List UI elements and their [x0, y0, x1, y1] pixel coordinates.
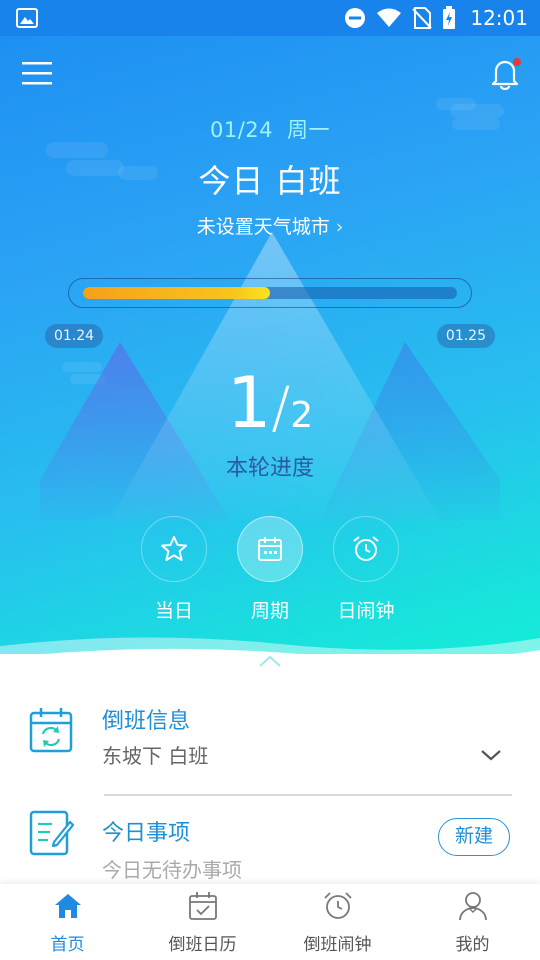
no-sim-icon: [412, 7, 433, 29]
shift-info-title: 倒班信息: [102, 709, 191, 734]
round-progress-bar: [68, 278, 472, 308]
round-total: 2: [290, 395, 314, 436]
today-tasks-title: 今日事项: [102, 821, 191, 846]
tab-shift-alarm-label: 倒班闹钟: [303, 935, 372, 955]
weather-city-label: 未设置天气城市: [196, 216, 330, 238]
progress-fill: [83, 287, 270, 299]
chevron-down-icon[interactable]: [480, 748, 502, 762]
mode-today-circle: [141, 516, 207, 582]
notification-dot: [513, 58, 521, 66]
todo-edit-icon: [29, 810, 74, 856]
gallery-notification-icon: [16, 8, 38, 28]
battery-charging-icon: [443, 6, 456, 29]
shift-info-value: 东坡下 白班: [102, 744, 209, 768]
mode-alarm-circle: [333, 516, 399, 582]
calendar-check-icon: [188, 892, 217, 920]
round-progress-label: 本轮进度: [225, 456, 314, 481]
round-current: 1: [226, 362, 272, 444]
round-fraction: 1/2: [0, 362, 540, 444]
mode-today-label: 当日: [154, 600, 193, 622]
status-bar: 12:01: [0, 0, 540, 36]
tab-mine-label: 我的: [455, 935, 490, 955]
current-date: 01/24: [209, 118, 274, 142]
round-separator: /: [271, 376, 291, 441]
tab-shift-calendar-label: 倒班日历: [168, 935, 237, 955]
mode-alarm-label: 日闹钟: [337, 600, 395, 622]
chevron-right-icon: ›: [335, 216, 344, 238]
mode-cycle-circle: [237, 516, 303, 582]
today-tasks-empty: 今日无待办事项: [102, 858, 242, 882]
menu-icon[interactable]: [22, 60, 52, 86]
user-icon: [458, 892, 487, 921]
tab-shift-alarm[interactable]: 倒班闹钟: [270, 884, 405, 960]
status-time: 12:01: [470, 6, 528, 30]
new-task-button[interactable]: 新建: [438, 818, 510, 856]
mode-alarm-button[interactable]: 日闹钟: [333, 516, 399, 623]
alarm-clock-icon: [353, 536, 379, 561]
today-shift-title: 今日 白班: [198, 162, 342, 200]
tab-shift-calendar[interactable]: 倒班日历: [135, 884, 270, 960]
cycle-start-date: 01.24: [45, 324, 104, 348]
cycle-end-date: 01.25: [436, 324, 495, 348]
tab-home-label: 首页: [50, 935, 85, 955]
weather-city-link[interactable]: 未设置天气城市 ›: [0, 212, 540, 239]
mode-today-button[interactable]: 当日: [141, 516, 207, 623]
mode-cycle-label: 周期: [250, 600, 289, 622]
mode-cycle-button[interactable]: 周期: [237, 516, 303, 623]
home-icon: [54, 894, 81, 918]
shift-rotation-icon: [29, 708, 73, 753]
current-weekday: 周一: [287, 118, 331, 142]
calendar-icon: [258, 537, 282, 561]
tab-mine[interactable]: 我的: [405, 884, 540, 960]
alarm-clock-icon: [323, 892, 352, 919]
progress-track: [83, 287, 457, 299]
star-icon: [161, 536, 187, 561]
section-divider: [104, 794, 512, 796]
wifi-icon: [377, 8, 402, 27]
tab-home[interactable]: 首页: [0, 884, 135, 960]
date-line: 01/24 周一: [0, 114, 540, 144]
bottom-tab-bar: 首页 倒班日历 倒班闹钟 我的: [0, 884, 540, 960]
notification-bell-icon[interactable]: [488, 56, 522, 90]
do-not-disturb-icon: [345, 8, 366, 28]
chevron-up-icon[interactable]: [258, 654, 282, 668]
